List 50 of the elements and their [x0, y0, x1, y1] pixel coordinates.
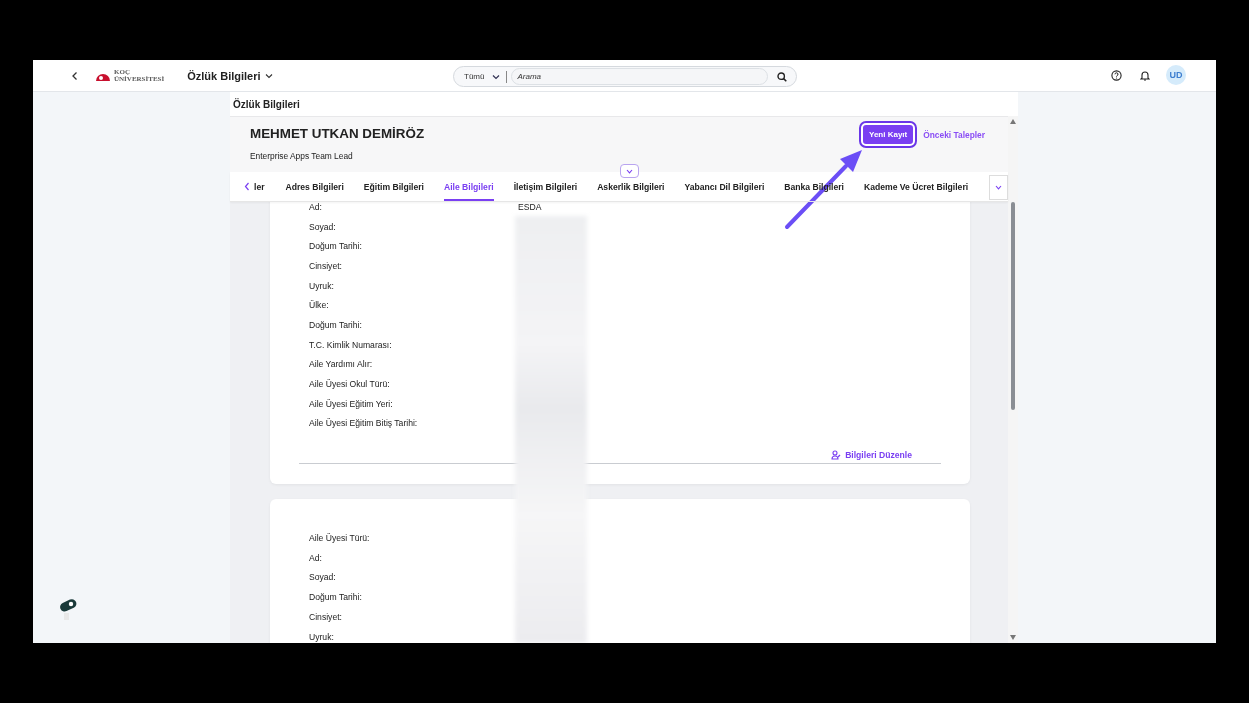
tab[interactable]: Yabancı Dil Bilgileri	[684, 171, 765, 202]
search-field[interactable]: Arama	[511, 68, 768, 85]
employee-name: MEHMET UTKAN DEMİRÖZ	[250, 126, 425, 141]
field-label: T.C. Kimlik Numarası:	[309, 339, 392, 350]
chevron-down-icon	[626, 168, 633, 174]
field-label: Uyruk:	[309, 631, 334, 642]
previous-requests-link[interactable]: Önceki Talepler	[923, 129, 985, 140]
help-icon[interactable]	[1111, 69, 1122, 81]
panel-title: Özlük Bilgileri	[232, 97, 301, 112]
field-label: Uyruk:	[309, 280, 334, 291]
people-edit-icon	[831, 449, 842, 460]
field-label: Aile Üyesi Eğitim Yeri:	[309, 398, 393, 409]
tab[interactable]: Askerlik Bilgileri	[597, 171, 665, 202]
scroll-down-icon[interactable]	[1010, 635, 1016, 640]
field-label: Aile Üyesi Eğitim Bitiş Tarihi:	[309, 418, 418, 429]
search-icon[interactable]	[777, 71, 787, 82]
edit-link[interactable]: Bilgileri Düzenle	[831, 449, 912, 460]
scope-dropdown[interactable]: Tümü	[454, 67, 507, 86]
field-label: Aile Üyesi Okul Türü:	[309, 379, 390, 390]
field-value: ESDA	[518, 202, 542, 212]
scroll-up-icon[interactable]	[1010, 119, 1016, 124]
app-title-menu[interactable]: Özlük Bilgileri	[187, 69, 273, 82]
field-label: Doğum Tarihi:	[309, 592, 362, 603]
field-label: Doğum Tarihi:	[309, 319, 362, 330]
field-label: Ülke:	[309, 300, 329, 311]
field-label: Cinsiyet:	[309, 611, 342, 622]
chevron-down-icon	[492, 73, 501, 80]
field-label: Soyad:	[309, 221, 336, 232]
tab[interactable]: Aile Bilgileri	[443, 171, 494, 202]
chevron-down-icon	[264, 72, 273, 79]
new-record-button[interactable]: Yeni Kayıt	[861, 123, 916, 146]
bell-icon[interactable]	[1140, 69, 1150, 81]
field-label: Doğum Tarihi:	[309, 241, 362, 252]
tab-scroll-left-icon[interactable]	[244, 182, 250, 191]
back-icon[interactable]	[71, 70, 79, 81]
tab[interactable]: Kademe Ve Ücret Bilgileri	[864, 171, 969, 202]
tab[interactable]: ler	[254, 171, 265, 202]
chevron-down-icon	[995, 185, 1002, 190]
field-label: Ad:	[309, 552, 322, 563]
tab[interactable]: Eğitim Bilgileri	[363, 171, 424, 202]
tab[interactable]: İletişim Bilgileri	[513, 171, 578, 202]
scrollbar[interactable]	[1008, 116, 1018, 643]
field-label: Soyad:	[309, 572, 336, 583]
field-label: Cinsiyet:	[309, 260, 342, 271]
field-label: Aile Yardımı Alır:	[309, 359, 373, 370]
field-label: Ad:	[309, 202, 322, 212]
field-label: Aile Üyesi Türü:	[309, 533, 370, 544]
tab[interactable]: Adres Bilgileri	[285, 171, 344, 202]
job-title: Enterprise Apps Team Lead	[250, 151, 353, 161]
capsule-icon[interactable]	[57, 598, 79, 622]
